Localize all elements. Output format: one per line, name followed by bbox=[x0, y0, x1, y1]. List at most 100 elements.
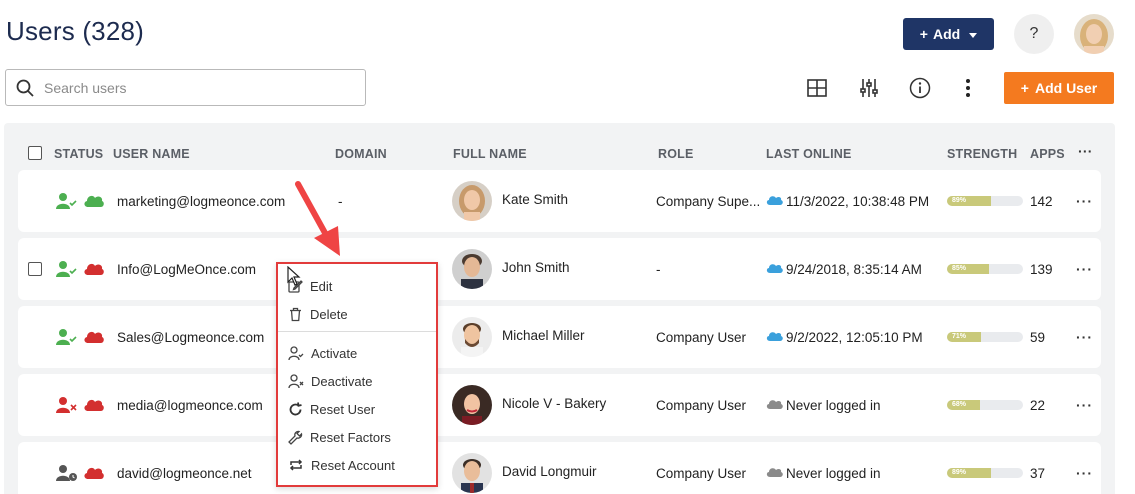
role: Company Supe... bbox=[656, 194, 761, 209]
strength-value: 89% bbox=[947, 196, 992, 206]
user-email[interactable]: marketing@logmeonce.com bbox=[117, 194, 285, 209]
user-active-icon bbox=[56, 261, 77, 277]
mouse-cursor-icon bbox=[287, 266, 301, 286]
row-checkbox[interactable] bbox=[28, 262, 42, 276]
menu-item-delete[interactable]: Delete bbox=[288, 302, 348, 326]
user-email[interactable]: Info@LogMeOnce.com bbox=[117, 262, 256, 277]
apps-count: 22 bbox=[1030, 398, 1046, 413]
avatar bbox=[452, 453, 492, 493]
column-status[interactable]: STATUS bbox=[54, 147, 103, 161]
strength-bar: 85% bbox=[947, 264, 1023, 274]
caret-down-icon bbox=[969, 32, 978, 38]
search-icon bbox=[16, 79, 34, 97]
row-context-menu: Edit Delete Activate Deactivate Reset Us… bbox=[276, 262, 438, 487]
strength-bar: 89% bbox=[947, 468, 1023, 478]
menu-item-label: Reset User bbox=[310, 401, 376, 417]
last-online: 9/24/2018, 8:35:14 AM bbox=[786, 262, 922, 277]
menu-item-reset-factors[interactable]: Reset Factors bbox=[288, 425, 391, 449]
column-last-online[interactable]: LAST ONLINE bbox=[766, 147, 852, 161]
filter-sliders-icon[interactable] bbox=[857, 76, 881, 100]
more-vertical-icon[interactable] bbox=[956, 76, 980, 100]
page-title: Users (328) bbox=[6, 16, 145, 46]
strength-bar: 68% bbox=[947, 400, 1023, 410]
menu-item-deactivate[interactable]: Deactivate bbox=[288, 369, 372, 393]
avatar bbox=[452, 317, 492, 357]
plus-icon: + bbox=[1020, 80, 1029, 96]
table-row[interactable]: Info@LogMeOnce.com John Smith - 9/24/201… bbox=[18, 238, 1101, 300]
menu-item-activate[interactable]: Activate bbox=[288, 341, 357, 365]
cloud-online-icon bbox=[766, 196, 783, 205]
column-strength[interactable]: STRENGTH bbox=[947, 147, 1017, 161]
table-row[interactable]: marketing@logmeonce.com - Kate Smith Com… bbox=[18, 170, 1101, 232]
row-options-button[interactable]: ··· bbox=[1076, 329, 1093, 345]
cloud-offline-icon bbox=[84, 467, 104, 479]
user-active-icon bbox=[56, 329, 77, 345]
column-options-button[interactable]: ··· bbox=[1078, 143, 1093, 159]
menu-divider bbox=[278, 331, 436, 332]
avatar bbox=[452, 249, 492, 289]
add-button-label: Add bbox=[932, 26, 961, 42]
strength-value: 85% bbox=[947, 264, 989, 274]
cloud-never-icon bbox=[766, 468, 783, 477]
table-row[interactable]: Sales@Logmeonce.com Michael Miller Compa… bbox=[18, 306, 1101, 368]
last-online: Never logged in bbox=[786, 398, 881, 413]
select-all-checkbox[interactable] bbox=[28, 146, 42, 160]
users-table: STATUS USER NAME DOMAIN FULL NAME ROLE L… bbox=[4, 123, 1115, 494]
add-user-button[interactable]: + Add User bbox=[1004, 72, 1114, 104]
row-options-button[interactable]: ··· bbox=[1076, 261, 1093, 277]
full-name: Michael Miller bbox=[502, 328, 585, 343]
cloud-offline-icon bbox=[84, 331, 104, 343]
status-indicator bbox=[56, 328, 106, 348]
strength-value: 68% bbox=[947, 400, 980, 410]
apps-count: 37 bbox=[1030, 466, 1046, 481]
last-online: 9/2/2022, 12:05:10 PM bbox=[786, 330, 923, 345]
add-dropdown-button[interactable]: + Add bbox=[903, 18, 994, 50]
status-indicator bbox=[56, 260, 106, 280]
column-full-name[interactable]: FULL NAME bbox=[453, 147, 527, 161]
user-email[interactable]: media@logmeonce.com bbox=[117, 398, 263, 413]
role: - bbox=[656, 262, 661, 277]
column-role[interactable]: ROLE bbox=[658, 147, 694, 161]
help-button[interactable]: ? bbox=[1014, 14, 1054, 54]
add-user-label: Add User bbox=[1034, 80, 1098, 96]
user-email[interactable]: david@logmeonce.net bbox=[117, 466, 252, 481]
last-online: 11/3/2022, 10:38:48 PM bbox=[786, 194, 930, 209]
user-pending-icon bbox=[56, 465, 77, 481]
apps-count: 59 bbox=[1030, 330, 1046, 345]
cloud-online-icon bbox=[766, 264, 783, 273]
strength-value: 89% bbox=[947, 468, 992, 478]
role: Company User bbox=[656, 330, 747, 345]
strength-bar: 89% bbox=[947, 196, 1023, 206]
strength-bar: 71% bbox=[947, 332, 1023, 342]
user-email[interactable]: Sales@Logmeonce.com bbox=[117, 330, 264, 345]
role: Company User bbox=[656, 466, 747, 481]
role: Company User bbox=[656, 398, 747, 413]
search-input[interactable] bbox=[44, 79, 344, 96]
user-active-icon bbox=[56, 193, 77, 209]
column-apps[interactable]: APPS bbox=[1030, 147, 1065, 161]
search-field[interactable] bbox=[5, 69, 366, 106]
grid-view-icon[interactable] bbox=[805, 76, 829, 100]
column-user-name[interactable]: USER NAME bbox=[113, 147, 190, 161]
strength-value: 71% bbox=[947, 332, 982, 342]
refresh-icon bbox=[289, 401, 302, 415]
apps-count: 142 bbox=[1030, 194, 1053, 209]
status-indicator bbox=[56, 192, 106, 212]
table-row[interactable]: media@logmeonce.com Nicole V - Bakery Co… bbox=[18, 374, 1101, 436]
current-user-avatar[interactable] bbox=[1074, 14, 1114, 54]
menu-item-label: Reset Account bbox=[311, 457, 395, 473]
repeat-icon bbox=[289, 459, 303, 471]
row-options-button[interactable]: ··· bbox=[1076, 465, 1093, 481]
status-indicator bbox=[56, 396, 106, 416]
wrench-icon bbox=[288, 430, 303, 445]
row-options-button[interactable]: ··· bbox=[1076, 193, 1093, 209]
table-row[interactable]: david@logmeonce.net David Longmuir Compa… bbox=[18, 442, 1101, 494]
column-domain[interactable]: DOMAIN bbox=[335, 147, 387, 161]
cloud-never-icon bbox=[766, 400, 783, 409]
menu-item-reset-account[interactable]: Reset Account bbox=[288, 453, 395, 477]
info-icon[interactable] bbox=[908, 76, 932, 100]
trash-icon bbox=[290, 307, 301, 321]
apps-count: 139 bbox=[1030, 262, 1053, 277]
row-options-button[interactable]: ··· bbox=[1076, 397, 1093, 413]
menu-item-reset-user[interactable]: Reset User bbox=[288, 397, 375, 421]
